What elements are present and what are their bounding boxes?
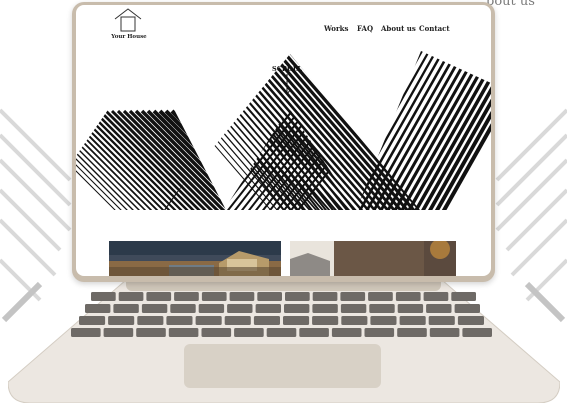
- nav-works[interactable]: Works: [324, 24, 348, 33]
- house-photo-thumbnail[interactable]: [109, 241, 281, 276]
- barn-photo-thumbnail[interactable]: [290, 241, 456, 276]
- logo-text: Your House: [111, 34, 147, 40]
- trackpad[interactable]: [184, 344, 381, 388]
- nav-faq[interactable]: FAQ: [357, 24, 373, 33]
- nav-about-us[interactable]: About us: [381, 24, 416, 33]
- house-icon: [114, 8, 142, 32]
- nav-contact[interactable]: Contact: [419, 24, 450, 33]
- site-logo[interactable]: Your House: [110, 7, 147, 47]
- site-header: Your House Works FAQ About us Contact: [76, 5, 491, 55]
- arrow-down-icon[interactable]: [282, 74, 292, 96]
- laptop-screen: Your House Works FAQ About us Contact SC…: [76, 5, 491, 276]
- scroll-label[interactable]: SCROLL: [272, 65, 302, 73]
